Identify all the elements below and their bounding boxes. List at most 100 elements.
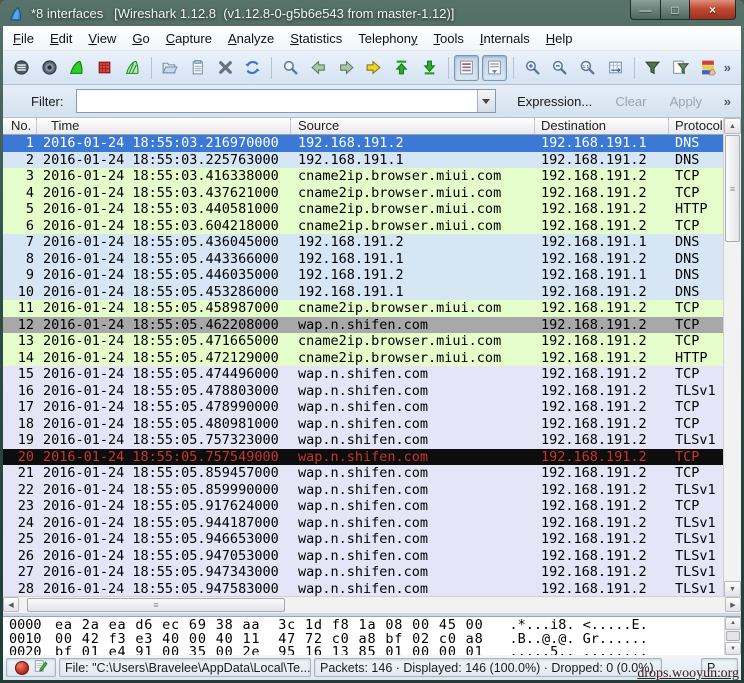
packet-row[interactable]: 272016-01-24 18:55:05.947343000wap.n.shi… <box>3 564 724 581</box>
zoom-in-icon[interactable] <box>520 55 545 81</box>
file-close-icon[interactable] <box>213 55 238 81</box>
scroll-up-icon[interactable]: ▲ <box>724 118 741 134</box>
scroll-right-icon[interactable]: ▶ <box>725 597 741 612</box>
column-header-source[interactable]: Source <box>291 118 535 134</box>
packet-row[interactable]: 72016-01-24 18:55:05.436045000192.168.19… <box>3 234 724 251</box>
packet-row[interactable]: 82016-01-24 18:55:05.443366000192.168.19… <box>3 251 724 268</box>
packet-row[interactable]: 102016-01-24 18:55:05.453286000192.168.1… <box>3 284 724 301</box>
menu-go[interactable]: Go <box>124 28 157 49</box>
packet-row[interactable]: 172016-01-24 18:55:05.478990000wap.n.shi… <box>3 399 724 416</box>
capture-restart-icon[interactable] <box>120 55 145 81</box>
status-file[interactable]: File: "C:\Users\Bravelee\AppData\Local\T… <box>59 658 311 677</box>
hscroll-thumb[interactable]: ≡ <box>27 598 285 612</box>
zoom-out-icon[interactable] <box>547 55 572 81</box>
capture-filter-icon[interactable] <box>640 55 665 81</box>
go-top-icon[interactable] <box>389 55 414 81</box>
column-header-protocol[interactable]: Protocol <box>669 118 724 134</box>
capture-start-icon[interactable] <box>64 55 89 81</box>
resize-columns-icon[interactable] <box>603 55 628 81</box>
menu-file[interactable]: File <box>5 28 42 49</box>
capture-comment-icon[interactable] <box>34 659 48 676</box>
minimize-button[interactable]: — <box>630 0 661 20</box>
capture-stop-icon[interactable] <box>92 55 117 81</box>
go-bottom-icon[interactable] <box>417 55 442 81</box>
scroll-left-icon[interactable]: ◀ <box>3 597 19 612</box>
packet-row[interactable]: 162016-01-24 18:55:05.478803000wap.n.shi… <box>3 383 724 400</box>
packet-row[interactable]: 202016-01-24 18:55:05.757549000wap.n.shi… <box>3 449 724 466</box>
capture-options-icon[interactable] <box>37 55 62 81</box>
find-packet-icon[interactable] <box>278 55 303 81</box>
menu-edit[interactable]: Edit <box>42 28 80 49</box>
menu-tools[interactable]: Tools <box>426 28 472 49</box>
file-open-icon[interactable] <box>157 55 182 81</box>
filter-overflow-chevron[interactable]: » <box>724 94 731 109</box>
title-bar[interactable]: *8 interfaces [Wireshark 1.12.8 (v1.12.8… <box>0 0 744 26</box>
packet-row[interactable]: 12016-01-24 18:55:03.216970000192.168.19… <box>3 135 724 152</box>
packet-row[interactable]: 152016-01-24 18:55:05.474496000wap.n.shi… <box>3 366 724 383</box>
file-save-icon[interactable] <box>185 55 210 81</box>
reload-icon[interactable] <box>241 55 266 81</box>
autoscroll-toggle-icon[interactable] <box>482 55 507 81</box>
hex-line[interactable]: 0020bf 01 e4 91 00 35 00 2e 95 16 13 85 … <box>9 646 741 655</box>
menu-statistics[interactable]: Statistics <box>282 28 350 49</box>
clear-button[interactable]: Clear <box>609 92 652 111</box>
filter-input[interactable] <box>77 90 477 112</box>
packet-row[interactable]: 282016-01-24 18:55:05.947583000wap.n.shi… <box>3 581 724 598</box>
filter-combobox[interactable] <box>76 89 496 113</box>
packet-row[interactable]: 242016-01-24 18:55:05.944187000wap.n.shi… <box>3 515 724 532</box>
packet-row[interactable]: 142016-01-24 18:55:05.472129000cname2ip.… <box>3 350 724 367</box>
colorize-toggle-icon[interactable] <box>454 55 479 81</box>
close-button[interactable]: × <box>689 0 736 20</box>
maximize-button[interactable]: □ <box>661 0 689 20</box>
hex-vscrollbar[interactable]: ▲ ▼ <box>724 617 741 655</box>
go-to-packet-icon[interactable] <box>361 55 386 81</box>
packet-row[interactable]: 222016-01-24 18:55:05.859990000wap.n.shi… <box>3 482 724 499</box>
list-interfaces-icon[interactable] <box>9 55 34 81</box>
menu-help[interactable]: Help <box>538 28 581 49</box>
menu-internals[interactable]: Internals <box>472 28 538 49</box>
apply-button[interactable]: Apply <box>664 92 709 111</box>
column-header-destination[interactable]: Destination <box>535 118 669 134</box>
packet-row[interactable]: 32016-01-24 18:55:03.416338000cname2ip.b… <box>3 168 724 185</box>
packet-row[interactable]: 232016-01-24 18:55:05.917624000wap.n.shi… <box>3 498 724 515</box>
packet-row[interactable]: 192016-01-24 18:55:05.757323000wap.n.shi… <box>3 432 724 449</box>
menu-capture[interactable]: Capture <box>158 28 220 49</box>
column-header-time[interactable]: Time <box>37 118 291 134</box>
menu-view[interactable]: View <box>80 28 124 49</box>
packet-src: cname2ip.browser.miui.com <box>291 350 535 367</box>
scroll-down-icon[interactable]: ▼ <box>724 581 741 597</box>
hex-dump-pane[interactable]: 0000ea 2a ea d6 ec 69 38 aa 3c 1d f8 1a … <box>3 616 741 655</box>
menu-telephony[interactable]: Telephony <box>350 28 425 49</box>
packet-list-hscrollbar[interactable]: ◀ ≡ ▶ <box>3 596 741 613</box>
packet-row[interactable]: 252016-01-24 18:55:05.946653000wap.n.shi… <box>3 531 724 548</box>
zoom-actual-icon[interactable]: 1:1 <box>575 55 600 81</box>
packet-row[interactable]: 262016-01-24 18:55:05.947053000wap.n.shi… <box>3 548 724 565</box>
filter-dropdown-button[interactable] <box>477 90 495 112</box>
packet-row[interactable]: 22016-01-24 18:55:03.225763000192.168.19… <box>3 152 724 169</box>
hex-scroll-down-icon[interactable]: ▼ <box>725 642 741 655</box>
packet-row[interactable]: 182016-01-24 18:55:05.480981000wap.n.shi… <box>3 416 724 433</box>
hscroll-track[interactable]: ≡ <box>19 597 725 613</box>
packet-row[interactable]: 62016-01-24 18:55:03.604218000cname2ip.b… <box>3 218 724 235</box>
packet-row[interactable]: 52016-01-24 18:55:03.440581000cname2ip.b… <box>3 201 724 218</box>
column-header-no[interactable]: No. <box>3 118 37 134</box>
packet-row[interactable]: 112016-01-24 18:55:05.458987000cname2ip.… <box>3 300 724 317</box>
packet-row[interactable]: 212016-01-24 18:55:05.859457000wap.n.shi… <box>3 465 724 482</box>
toolbar-overflow-chevron[interactable]: » <box>724 60 731 75</box>
menu-analyze[interactable]: Analyze <box>220 28 282 49</box>
packet-row[interactable]: 92016-01-24 18:55:05.446035000192.168.19… <box>3 267 724 284</box>
expression-button[interactable]: Expression... <box>511 92 598 111</box>
hex-scroll-thumb[interactable] <box>726 631 740 642</box>
packet-list-vscrollbar[interactable]: ▲ ≡ ▼ <box>723 118 741 597</box>
coloring-rules-icon[interactable] <box>696 55 721 81</box>
packet-row[interactable]: 122016-01-24 18:55:05.462208000wap.n.shi… <box>3 317 724 334</box>
packet-row[interactable]: 42016-01-24 18:55:03.437621000cname2ip.b… <box>3 185 724 202</box>
vscroll-thumb[interactable]: ≡ <box>725 135 740 242</box>
hex-scroll-up-icon[interactable]: ▲ <box>725 617 741 630</box>
packet-row[interactable]: 132016-01-24 18:55:05.471665000cname2ip.… <box>3 333 724 350</box>
expert-info-icon[interactable] <box>15 661 29 675</box>
go-forward-icon[interactable] <box>334 55 359 81</box>
vscroll-track[interactable] <box>724 243 741 581</box>
go-back-icon[interactable] <box>306 55 331 81</box>
display-filter-icon[interactable] <box>668 55 693 81</box>
